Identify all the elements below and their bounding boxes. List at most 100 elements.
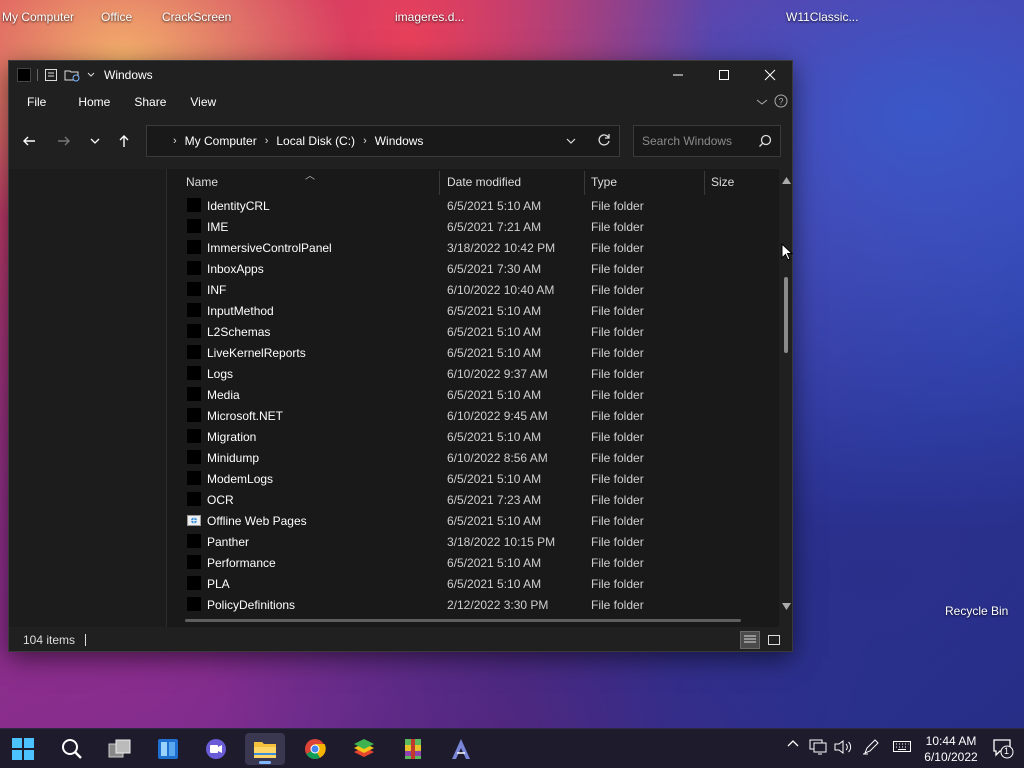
vertical-scrollbar[interactable] [779, 169, 793, 610]
start-icon[interactable] [3, 733, 43, 765]
folder-icon [187, 555, 201, 569]
details-view-button[interactable] [740, 631, 760, 649]
breadcrumb-separator-icon: › [264, 135, 269, 147]
window-app-icon[interactable] [17, 68, 31, 82]
maximize-button[interactable] [701, 61, 747, 89]
search-icon[interactable] [758, 134, 772, 151]
breadcrumb-windows[interactable]: Windows [375, 134, 424, 148]
file-date-modified: 6/5/2021 5:10 AM [447, 388, 542, 402]
folder-icon [187, 576, 201, 590]
column-header-size[interactable]: Size [711, 175, 734, 189]
file-date-modified: 6/10/2022 9:37 AM [447, 367, 548, 381]
table-row[interactable]: IME 6/5/2021 7:21 AM File folder [167, 216, 779, 237]
table-row[interactable]: InboxApps 6/5/2021 7:30 AM File folder [167, 258, 779, 279]
desktop-icon-recycle-bin[interactable]: Recycle Bin [945, 604, 1008, 618]
status-bar: 104 items [9, 627, 792, 653]
show-hidden-icons-chevron-icon[interactable] [787, 739, 799, 749]
desktop-icon-office[interactable]: Office [101, 10, 132, 24]
table-row[interactable]: Migration 6/5/2021 5:10 AM File folder [167, 426, 779, 447]
search-icon[interactable] [52, 733, 92, 765]
scrollbar-thumb[interactable] [784, 277, 788, 353]
properties-icon[interactable] [44, 68, 58, 82]
widgets-icon[interactable] [148, 733, 188, 765]
table-row[interactable]: LiveKernelReports 6/5/2021 5:10 AM File fo… [167, 342, 779, 363]
column-header-type[interactable]: Type [591, 175, 617, 189]
address-dropdown-icon[interactable] [565, 135, 577, 149]
file-type: File folder [591, 598, 644, 612]
file-name: LiveKernelReports [207, 346, 306, 360]
column-divider[interactable] [584, 171, 585, 195]
tab-share[interactable]: Share [124, 95, 180, 109]
folder-icon [187, 240, 201, 254]
recent-locations-button[interactable] [83, 129, 107, 153]
column-header-name[interactable]: Name [186, 175, 218, 189]
clock-date: 6/10/2022 [924, 750, 978, 764]
search-box[interactable] [633, 125, 781, 157]
address-bar[interactable]: › My Computer › Local Disk (C:) › Window… [146, 125, 620, 157]
table-row[interactable]: PLA 6/5/2021 5:10 AM File folder [167, 573, 779, 594]
scroll-up-icon[interactable] [782, 173, 791, 187]
table-row[interactable]: InputMethod 6/5/2021 5:10 AM File folder [167, 300, 779, 321]
keyboard-icon[interactable] [893, 739, 911, 753]
teams-chat-icon[interactable] [196, 733, 236, 765]
help-icon[interactable]: ? [774, 94, 788, 111]
tab-file[interactable]: File [17, 95, 68, 109]
breadcrumb-my-computer[interactable]: My Computer [185, 134, 257, 148]
file-explorer-icon[interactable] [245, 733, 285, 765]
bluestacks-icon[interactable] [344, 733, 384, 765]
table-row[interactable]: Performance 6/5/2021 5:10 AM File folder [167, 552, 779, 573]
task-view-icon[interactable] [100, 733, 140, 765]
winrar-icon[interactable] [393, 733, 433, 765]
search-input[interactable] [642, 134, 752, 148]
close-button[interactable] [747, 61, 793, 89]
title-bar[interactable]: Windows [9, 61, 792, 89]
tab-home[interactable]: Home [68, 95, 124, 109]
scroll-down-icon[interactable] [782, 599, 791, 613]
table-row[interactable]: Panther 3/18/2022 10:15 PM File folder [167, 531, 779, 552]
file-list[interactable]: ︿ Name Date modified Type Size IdentityC… [167, 169, 779, 627]
table-row[interactable]: OCR 6/5/2021 7:23 AM File folder [167, 489, 779, 510]
desktop-icon-w11classic[interactable]: W11Classic... [786, 10, 858, 24]
table-row[interactable]: Media 6/5/2021 5:10 AM File folder [167, 384, 779, 405]
volume-icon[interactable] [834, 739, 852, 755]
refresh-icon[interactable] [597, 133, 611, 150]
tab-view[interactable]: View [180, 95, 226, 109]
column-divider[interactable] [704, 171, 705, 195]
column-header-date-modified[interactable]: Date modified [447, 175, 521, 189]
desktop-icon-my-computer[interactable]: My Computer [2, 10, 74, 24]
minimize-button[interactable] [655, 61, 701, 89]
new-folder-icon[interactable] [64, 68, 80, 82]
desktop-icon-imageres[interactable]: imageres.d... [395, 10, 464, 24]
notification-count-badge: 1 [1004, 746, 1010, 756]
table-row[interactable]: Logs 6/10/2022 9:37 AM File folder [167, 363, 779, 384]
table-row[interactable]: ModemLogs 6/5/2021 5:10 AM File folder [167, 468, 779, 489]
breadcrumb-local-disk[interactable]: Local Disk (C:) [276, 134, 355, 148]
table-row[interactable]: INF 6/10/2022 10:40 AM File folder [167, 279, 779, 300]
table-row[interactable]: IdentityCRL 6/5/2021 5:10 AM File folder [167, 195, 779, 216]
file-name: Logs [207, 367, 234, 381]
file-type: File folder [591, 409, 644, 423]
horizontal-scrollbar[interactable] [185, 619, 741, 622]
table-row[interactable]: Microsoft.NET 6/10/2022 9:45 AM File folde… [167, 405, 779, 426]
table-row[interactable]: ImmersiveControlPanel 3/18/2022 10:42 PM F… [167, 237, 779, 258]
table-row[interactable]: Offline Web Pages 6/5/2021 5:10 AM File fo… [167, 510, 779, 531]
clock[interactable]: 10:44 AM 6/10/2022 [916, 733, 986, 765]
table-row[interactable]: Minidump 6/10/2022 8:56 AM File folder [167, 447, 779, 468]
file-date-modified: 6/5/2021 5:10 AM [447, 199, 542, 213]
large-icons-view-button[interactable] [764, 631, 784, 649]
table-row[interactable]: L2Schemas 6/5/2021 5:10 AM File folder [167, 321, 779, 342]
back-button[interactable] [17, 129, 41, 153]
forward-button[interactable] [52, 129, 76, 153]
chrome-icon[interactable] [295, 733, 335, 765]
customize-toolbar-chevron-icon[interactable] [86, 70, 96, 80]
table-row[interactable]: PolicyDefinitions 2/12/2022 3:30 PM File f… [167, 594, 779, 615]
navigation-pane[interactable] [9, 169, 167, 627]
expand-ribbon-chevron-icon[interactable] [756, 96, 768, 110]
app-icon[interactable] [441, 733, 481, 765]
column-divider[interactable] [439, 171, 440, 195]
desktop-icon-crackscreen[interactable]: CrackScreen [162, 10, 231, 24]
pen-icon[interactable] [862, 739, 880, 755]
network-icon[interactable] [809, 739, 827, 755]
up-button[interactable] [112, 129, 136, 153]
notification-center-icon[interactable]: 1 [992, 737, 1014, 759]
